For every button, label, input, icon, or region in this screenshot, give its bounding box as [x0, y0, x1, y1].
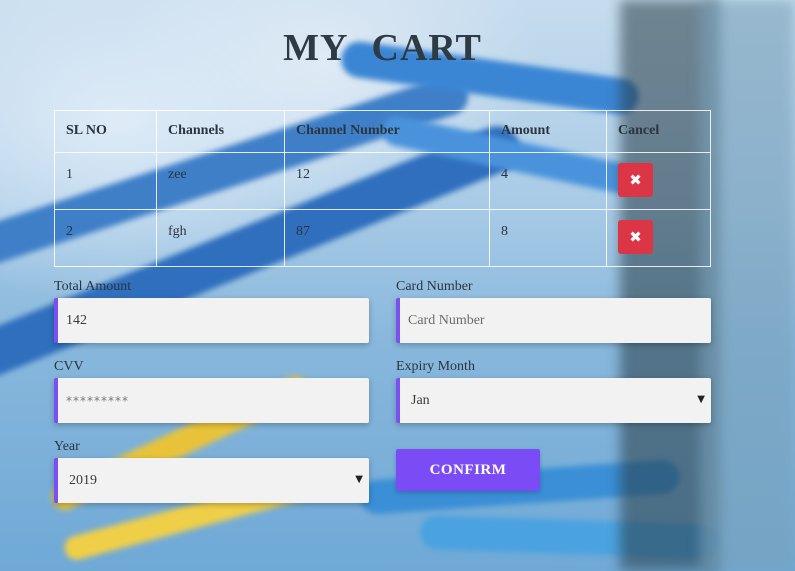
table-row: 1 zee 12 4 ✖	[54, 152, 711, 210]
cell-channel-number: 12	[284, 152, 490, 210]
cell-channel-number: 87	[284, 209, 490, 267]
year-label: Year	[54, 439, 80, 454]
header-amount: Amount	[489, 110, 607, 153]
times-icon: ✖	[629, 171, 642, 189]
year-select[interactable]: 2019 ▼	[54, 458, 369, 503]
card-number-label: Card Number	[396, 279, 473, 294]
cell-amount: 8	[489, 209, 607, 267]
year-value: 2019	[69, 472, 97, 488]
card-number-placeholder: Card Number	[408, 312, 485, 328]
cell-amount: 4	[489, 152, 607, 210]
total-amount-value: 142	[66, 312, 87, 328]
cancel-button[interactable]: ✖	[618, 220, 653, 254]
expiry-month-label: Expiry Month	[396, 359, 475, 374]
cvv-label: CVV	[54, 359, 84, 374]
times-icon: ✖	[629, 228, 642, 246]
confirm-button[interactable]: CONFIRM	[396, 449, 540, 491]
total-amount-label: Total Amount	[54, 279, 132, 294]
cell-sl-no: 2	[54, 209, 157, 267]
cell-cancel: ✖	[606, 152, 711, 210]
chevron-down-icon: ▼	[697, 394, 705, 405]
header-channels: Channels	[156, 110, 285, 153]
cvv-value: *********	[66, 393, 129, 408]
cell-sl-no: 1	[54, 152, 157, 210]
header-sl-no: SL NO	[54, 110, 157, 153]
cvv-input[interactable]: *********	[54, 378, 369, 423]
expiry-month-value: Jan	[411, 392, 430, 408]
cart-table: SL NO Channels Channel Number Amount Can…	[54, 110, 711, 267]
expiry-month-select[interactable]: Jan ▼	[396, 378, 711, 423]
table-row: 2 fgh 87 8 ✖	[54, 209, 711, 267]
header-channel-number: Channel Number	[284, 110, 490, 153]
cancel-button[interactable]: ✖	[618, 163, 653, 197]
cell-channel: zee	[156, 152, 285, 210]
cell-channel: fgh	[156, 209, 285, 267]
total-amount-field[interactable]: 142	[54, 298, 369, 343]
header-cancel: Cancel	[606, 110, 711, 153]
card-number-input[interactable]: Card Number	[396, 298, 711, 343]
cell-cancel: ✖	[606, 209, 711, 267]
table-header-row: SL NO Channels Channel Number Amount Can…	[54, 110, 711, 153]
chevron-down-icon: ▼	[355, 474, 363, 485]
page-title: MY CART	[283, 27, 482, 69]
